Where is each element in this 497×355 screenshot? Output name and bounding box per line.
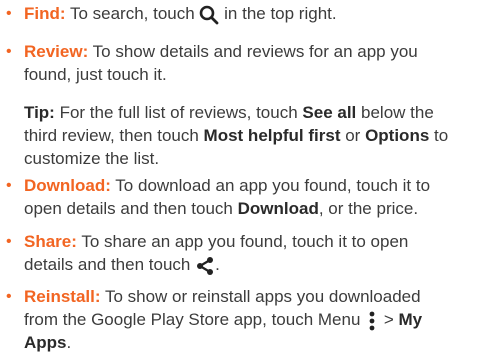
download-line-1: Download: To download an app you found, … xyxy=(24,174,430,197)
tip-text-1c: below the xyxy=(356,103,434,122)
bullet: • xyxy=(6,233,12,250)
download-term: Download: xyxy=(24,176,111,195)
tip-line-2: third review, then touch Most helpful fi… xyxy=(24,124,448,147)
tip-most-helpful: Most helpful first xyxy=(203,126,341,145)
reinstall-text-1: To show or reinstall apps you downloaded xyxy=(100,287,421,306)
bullet: • xyxy=(6,288,12,305)
tip-options: Options xyxy=(365,126,430,145)
tip-text-2c: or xyxy=(340,126,366,145)
review-line-2: found, just touch it. xyxy=(24,63,167,86)
share-term: Share: xyxy=(24,232,77,251)
share-text-2b: . xyxy=(215,255,220,274)
share-icon xyxy=(195,256,215,276)
reinstall-text-3b: . xyxy=(66,333,72,352)
download-keyword: Download xyxy=(237,199,319,218)
share-text-1: To share an app you found, touch it to o… xyxy=(76,232,409,251)
download-text-1: To download an app you found, touch it t… xyxy=(110,176,431,195)
download-line-2: open details and then touch Download, or… xyxy=(24,197,418,220)
bullet: • xyxy=(6,43,12,60)
review-line-1: Review: To show details and reviews for … xyxy=(24,40,418,63)
bullet: • xyxy=(6,177,12,194)
reinstall-text-2a: from the Google Play Store app, touch Me… xyxy=(24,310,366,329)
find-line: Find: To search, touch in the top right. xyxy=(24,2,337,25)
reinstall-line-2: from the Google Play Store app, touch Me… xyxy=(24,308,422,331)
search-icon xyxy=(199,5,219,25)
review-term: Review: xyxy=(24,42,89,61)
bullet: • xyxy=(6,5,12,22)
reinstall-line-3: Apps. xyxy=(24,331,71,354)
review-text-1: To show details and reviews for an app y… xyxy=(88,42,418,61)
tip-line-3: customize the list. xyxy=(24,147,159,170)
tip-text-2e: to xyxy=(429,126,449,145)
tip-text-3: customize the list. xyxy=(24,149,160,168)
tip-text-1a: For the full list of reviews, touch xyxy=(54,103,303,122)
tip-line-1: Tip: For the full list of reviews, touch… xyxy=(24,101,434,124)
menu-icon xyxy=(365,311,379,331)
document-page: • Find: To search, touch in the top righ… xyxy=(0,0,497,355)
reinstall-text-2b: > xyxy=(379,310,399,329)
download-text-2c: , or the price. xyxy=(318,199,419,218)
share-line-1: Share: To share an app you found, touch … xyxy=(24,230,408,253)
tip-text-2a: third review, then touch xyxy=(24,126,204,145)
find-term: Find: xyxy=(24,4,66,23)
tip-term: Tip: xyxy=(24,103,55,122)
review-text-2: found, just touch it. xyxy=(24,65,167,84)
reinstall-term: Reinstall: xyxy=(24,287,101,306)
reinstall-line-1: Reinstall: To show or reinstall apps you… xyxy=(24,285,421,308)
reinstall-apps: Apps xyxy=(24,333,67,352)
share-text-2a: details and then touch xyxy=(24,255,196,274)
reinstall-my: My xyxy=(398,310,423,329)
share-line-2: details and then touch . xyxy=(24,253,220,276)
find-text-before: To search, touch xyxy=(65,4,200,23)
find-text-after: in the top right. xyxy=(219,4,337,23)
tip-see-all: See all xyxy=(302,103,357,122)
download-text-2a: open details and then touch xyxy=(24,199,238,218)
